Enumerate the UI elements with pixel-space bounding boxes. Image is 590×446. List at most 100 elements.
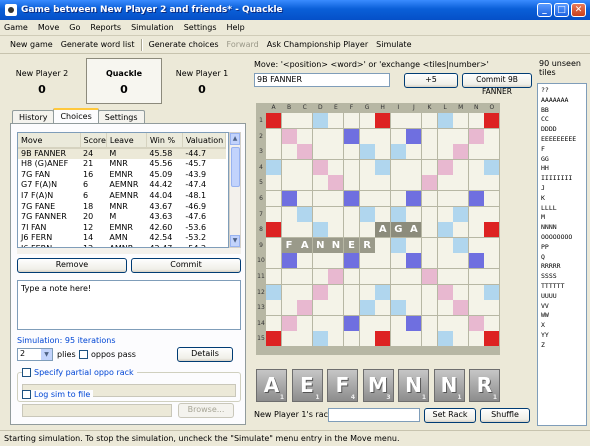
set-rack-button[interactable]: Set Rack [424,408,476,423]
board-square[interactable] [468,300,484,316]
board-square[interactable] [281,331,297,347]
board-square[interactable] [328,206,344,222]
double-letter-square[interactable] [312,113,328,128]
double-letter-square[interactable] [437,331,453,347]
tab-choices[interactable]: Choices [53,108,99,123]
generate-word-list-button[interactable]: Generate word list [57,40,139,49]
board-square[interactable] [328,300,344,316]
board-square[interactable] [390,253,406,269]
double-letter-square[interactable] [297,206,313,222]
choice-row[interactable]: I7 F(A)N 6 AEMNR 44.04 -48.1 [18,191,226,202]
board-square[interactable] [422,191,437,206]
choice-row[interactable]: H8 (G)ANEF 21 MNR 45.56 -45.7 [18,159,226,170]
board-square[interactable] [344,331,359,347]
board-square[interactable] [437,144,453,160]
board-square[interactable] [422,206,437,222]
board-square[interactable] [375,206,391,222]
board-square[interactable] [422,253,437,269]
board-square[interactable] [422,222,437,238]
double-letter-square[interactable] [375,284,391,300]
board-square[interactable] [281,222,297,238]
tab-settings[interactable]: Settings [97,110,145,123]
board-square[interactable] [281,269,297,284]
unseen-tiles-list[interactable]: ?? AAAAAAA BB CC DDDD EEEEEEEEE F GG HH IIIIIIII J… [537,83,587,426]
board-square[interactable] [359,191,375,206]
column-header-score[interactable]: Score [80,133,107,149]
double-letter-square[interactable] [484,284,500,300]
maximize-button[interactable]: □ [554,3,569,17]
board-square[interactable] [344,284,359,300]
double-letter-square[interactable] [437,113,453,128]
double-word-square[interactable] [453,144,469,160]
triple-letter-square[interactable] [281,253,297,269]
board-square[interactable] [422,237,437,253]
board-square[interactable] [266,253,281,269]
board-square[interactable] [344,222,359,238]
double-letter-square[interactable] [266,159,281,175]
board-square[interactable] [390,159,406,175]
plies-select[interactable]: 2 ▼ [17,348,53,361]
board-square[interactable] [359,159,375,175]
choice-row[interactable]: 7G FANE 18 MNR 43.67 -46.9 [18,201,226,212]
remove-button[interactable]: Remove [17,258,127,273]
rack-tile[interactable]: E1 [291,369,323,402]
board-square[interactable] [266,300,281,316]
board-square[interactable] [468,269,484,284]
double-word-square[interactable] [297,144,313,160]
board-square[interactable] [484,128,500,144]
double-letter-square[interactable] [390,144,406,160]
board-square[interactable] [437,300,453,316]
column-header-leave[interactable]: Leave [106,133,147,149]
board-square[interactable] [281,284,297,300]
board-square[interactable] [266,128,281,144]
double-letter-square[interactable] [266,284,281,300]
board-square[interactable] [297,284,313,300]
board-square[interactable] [297,222,313,238]
board-square[interactable] [406,269,422,284]
triple-letter-square[interactable] [281,191,297,206]
board-square[interactable] [312,128,328,144]
board-square[interactable] [359,315,375,331]
board-square[interactable] [468,237,484,253]
column-header-valuation[interactable]: Valuation [182,133,227,149]
board-square[interactable] [484,269,500,284]
triple-letter-square[interactable] [344,315,359,331]
board-square[interactable] [297,159,313,175]
triple-letter-square[interactable] [468,191,484,206]
choices-scrollbar[interactable]: ▲ ▼ [229,132,241,248]
rack-tile[interactable]: N1 [398,369,429,402]
board-square[interactable] [281,113,297,128]
tentative-tile[interactable]: E [344,237,359,253]
board-square[interactable] [312,253,328,269]
board-square[interactable] [344,300,359,316]
rack-input[interactable] [328,408,420,422]
board-square[interactable] [406,175,422,191]
double-letter-square[interactable] [390,300,406,316]
double-letter-square[interactable] [484,159,500,175]
board-square[interactable] [453,331,469,347]
board-square[interactable] [359,222,375,238]
choice-row[interactable]: 9B FANNER 24 M 45.58 -44.7 [18,148,226,159]
double-word-square[interactable] [328,269,344,284]
board-square[interactable] [422,144,437,160]
board-square[interactable] [266,191,281,206]
board-square[interactable] [437,175,453,191]
menu-go[interactable]: Go [69,23,80,32]
menu-reports[interactable]: Reports [90,23,121,32]
triple-letter-square[interactable] [406,191,422,206]
double-letter-square[interactable] [453,206,469,222]
board-square[interactable] [328,253,344,269]
commit-move-button[interactable]: Commit 9B FANNER [462,73,532,96]
board-square[interactable] [328,191,344,206]
board-square[interactable] [328,144,344,160]
double-word-square[interactable] [422,175,437,191]
double-word-square[interactable] [437,284,453,300]
double-word-square[interactable] [468,315,484,331]
board-square[interactable] [359,113,375,128]
board-square[interactable] [453,113,469,128]
board-square[interactable] [328,315,344,331]
placed-tile[interactable]: A [406,222,422,238]
board-square[interactable] [375,315,391,331]
board-square[interactable] [422,113,437,128]
board-square[interactable] [484,253,500,269]
